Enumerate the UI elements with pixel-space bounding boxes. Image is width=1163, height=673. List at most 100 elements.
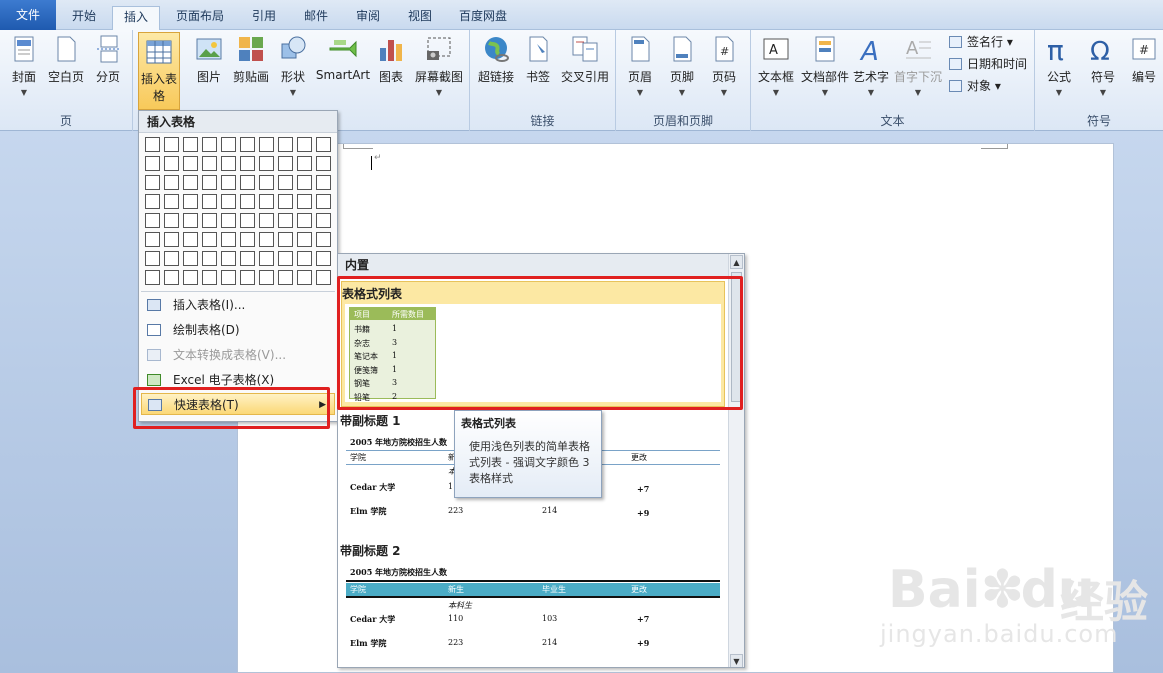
picture-button[interactable]: 图片 [191,34,227,85]
grid-cell[interactable] [316,270,331,285]
grid-cell[interactable] [145,194,160,209]
grid-cell[interactable] [202,251,217,266]
tab-mailings[interactable]: 邮件 [292,6,340,30]
grid-cell[interactable] [221,270,236,285]
grid-cell[interactable] [183,137,198,152]
grid-cell[interactable] [240,156,255,171]
grid-cell[interactable] [240,270,255,285]
grid-cell[interactable] [145,137,160,152]
tab-references[interactable]: 引用 [240,6,288,30]
text-box-button[interactable]: A 文本框 ▼ [755,34,797,97]
grid-cell[interactable] [183,213,198,228]
grid-cell[interactable] [221,175,236,190]
table-button[interactable]: 插入表格 [138,32,180,110]
grid-cell[interactable] [259,156,274,171]
grid-cell[interactable] [221,251,236,266]
grid-cell[interactable] [221,213,236,228]
grid-cell[interactable] [316,251,331,266]
menu-draw-table[interactable]: 绘制表格(D) [141,319,335,341]
grid-cell[interactable] [164,175,179,190]
scroll-up-icon[interactable]: ▲ [730,255,743,269]
grid-cell[interactable] [183,156,198,171]
date-time-button[interactable]: 日期和时间 [947,54,1027,74]
grid-cell[interactable] [145,175,160,190]
tab-baidu-netdisk[interactable]: 百度网盘 [450,6,516,30]
blank-page-button[interactable]: 空白页 [46,34,86,85]
grid-cell[interactable] [202,137,217,152]
grid-cell[interactable] [164,213,179,228]
bookmark-button[interactable]: 书签 [522,34,554,85]
grid-cell[interactable] [240,194,255,209]
grid-cell[interactable] [278,194,293,209]
wordart-button[interactable]: A 艺术字 ▼ [853,34,889,97]
equation-button[interactable]: π 公式 ▼ [1041,34,1077,97]
grid-cell[interactable] [259,194,274,209]
tab-page-layout[interactable]: 页面布局 [166,6,234,30]
grid-cell[interactable] [240,213,255,228]
grid-cell[interactable] [259,270,274,285]
grid-cell[interactable] [316,156,331,171]
grid-cell[interactable] [221,194,236,209]
symbol-button[interactable]: Ω 符号 ▼ [1085,34,1121,97]
grid-cell[interactable] [221,156,236,171]
grid-cell[interactable] [164,232,179,247]
shapes-button[interactable]: 形状 ▼ [275,34,311,97]
grid-cell[interactable] [316,194,331,209]
header-button[interactable]: 页眉 ▼ [622,34,658,97]
grid-cell[interactable] [278,232,293,247]
grid-cell[interactable] [240,251,255,266]
grid-cell[interactable] [164,156,179,171]
grid-cell[interactable] [202,175,217,190]
grid-cell[interactable] [183,232,198,247]
grid-cell[interactable] [183,194,198,209]
gallery-item-subheads-2[interactable]: 2005 年地方院校招生人数 学院 新生 毕业生 更改 本科生 Cedar 大学… [344,562,724,662]
grid-cell[interactable] [202,270,217,285]
scroll-down-icon[interactable]: ▼ [730,654,743,667]
grid-cell[interactable] [240,175,255,190]
grid-cell[interactable] [145,251,160,266]
grid-cell[interactable] [297,137,312,152]
grid-cell[interactable] [316,232,331,247]
grid-cell[interactable] [259,137,274,152]
screenshot-button[interactable]: 屏幕截图 ▼ [411,34,467,97]
grid-cell[interactable] [183,251,198,266]
grid-cell[interactable] [259,232,274,247]
grid-cell[interactable] [240,137,255,152]
grid-cell[interactable] [259,213,274,228]
tab-insert[interactable]: 插入 [112,6,160,31]
grid-cell[interactable] [278,137,293,152]
grid-cell[interactable] [278,213,293,228]
footer-button[interactable]: 页脚 ▼ [664,34,700,97]
tab-view[interactable]: 视图 [396,6,444,30]
grid-cell[interactable] [240,232,255,247]
grid-cell[interactable] [297,194,312,209]
grid-cell[interactable] [202,194,217,209]
grid-cell[interactable] [297,270,312,285]
grid-cell[interactable] [164,194,179,209]
grid-cell[interactable] [259,251,274,266]
grid-cell[interactable] [316,175,331,190]
grid-cell[interactable] [297,213,312,228]
grid-cell[interactable] [278,270,293,285]
grid-cell[interactable] [202,232,217,247]
grid-cell[interactable] [183,175,198,190]
grid-cell[interactable] [202,156,217,171]
grid-cell[interactable] [297,156,312,171]
object-button[interactable]: 对象 ▾ [947,76,1001,96]
quick-parts-button[interactable]: 文档部件 ▼ [799,34,851,97]
grid-cell[interactable] [278,156,293,171]
grid-cell[interactable] [297,175,312,190]
grid-cell[interactable] [221,232,236,247]
grid-cell[interactable] [278,175,293,190]
menu-insert-table[interactable]: 插入表格(I)... [141,294,335,316]
grid-cell[interactable] [316,213,331,228]
cover-page-button[interactable]: 封面 ▼ [6,34,42,97]
grid-cell[interactable] [145,213,160,228]
hyperlink-button[interactable]: 超链接 [474,34,518,85]
tab-home[interactable]: 开始 [60,6,108,30]
grid-cell[interactable] [278,251,293,266]
tab-review[interactable]: 审阅 [344,6,392,30]
drop-cap-button[interactable]: A 首字下沉 ▼ [893,34,943,97]
cross-reference-button[interactable]: 交叉引用 [558,34,612,85]
signature-line-button[interactable]: 签名行 ▾ [947,32,1013,52]
